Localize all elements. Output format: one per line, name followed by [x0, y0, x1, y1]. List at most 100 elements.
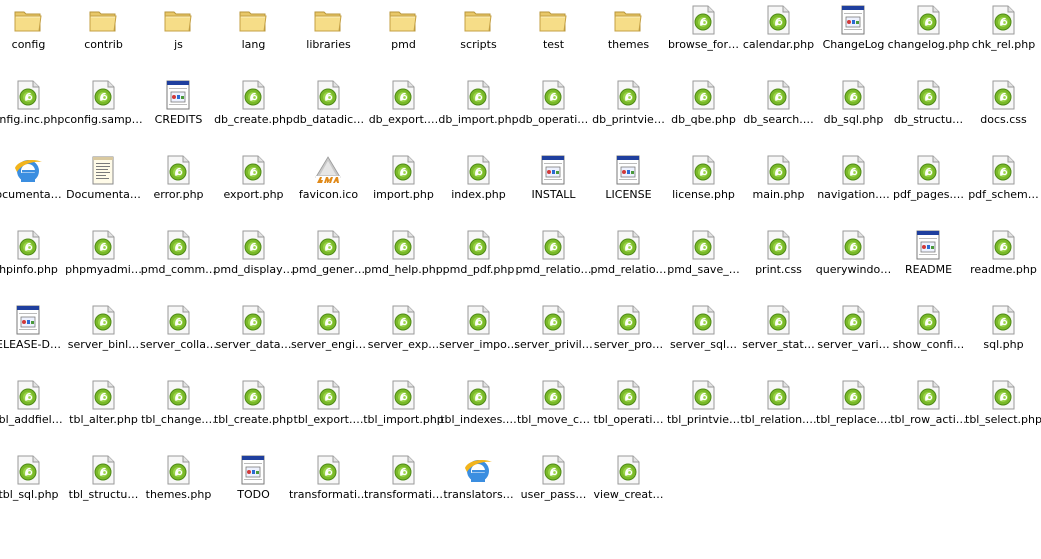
file-item[interactable]: phpmyadmi…: [65, 227, 142, 299]
file-item[interactable]: pmd_comm…: [141, 227, 216, 299]
file-item[interactable]: tbl_printvie…: [666, 377, 741, 449]
file-item[interactable]: pmd_help.php: [364, 227, 443, 299]
file-item[interactable]: docs.css: [966, 77, 1041, 149]
file-item[interactable]: user_pass…: [516, 452, 591, 524]
php-file-icon: [237, 79, 269, 111]
folder-item[interactable]: pmd: [366, 2, 441, 74]
file-item[interactable]: pmd_pdf.php: [441, 227, 516, 299]
file-item[interactable]: server_privil…: [514, 302, 593, 374]
file-item[interactable]: db_printvie…: [591, 77, 666, 149]
file-item[interactable]: pmd_save_…: [666, 227, 741, 299]
file-item[interactable]: license.php: [666, 152, 741, 224]
file-item[interactable]: server_vari…: [816, 302, 891, 374]
file-item[interactable]: transformati…: [364, 452, 443, 524]
file-item[interactable]: pdf_schem…: [966, 152, 1041, 224]
folder-item[interactable]: test: [516, 2, 591, 74]
file-item[interactable]: pmd_display…: [213, 227, 294, 299]
file-item[interactable]: main.php: [741, 152, 816, 224]
file-item[interactable]: browse_for…: [666, 2, 741, 74]
file-item[interactable]: server_data…: [215, 302, 292, 374]
file-item[interactable]: themes.php: [141, 452, 216, 524]
file-item[interactable]: Documenta…: [66, 152, 141, 224]
file-item[interactable]: tbl_select.php: [965, 377, 1041, 449]
file-item[interactable]: error.php: [141, 152, 216, 224]
php-file-icon: [162, 304, 194, 336]
file-item[interactable]: ChangeLog: [816, 2, 891, 74]
file-item[interactable]: pmd_relatio…: [515, 227, 592, 299]
file-item[interactable]: server_stat…: [741, 302, 816, 374]
file-item[interactable]: tbl_replace.…: [816, 377, 891, 449]
file-item[interactable]: view_creat…: [591, 452, 666, 524]
php-file-icon: [87, 379, 119, 411]
file-item[interactable]: LICENSE: [591, 152, 666, 224]
file-item[interactable]: readme.php: [966, 227, 1041, 299]
file-item[interactable]: tbl_indexes.…: [440, 377, 517, 449]
file-item[interactable]: calendar.php: [741, 2, 816, 74]
file-item[interactable]: db_create.php: [214, 77, 293, 149]
file-item[interactable]: server_exp…: [366, 302, 441, 374]
php-file-icon: [762, 154, 794, 186]
file-item[interactable]: tbl_create.php: [214, 377, 293, 449]
file-item[interactable]: db_structu…: [891, 77, 966, 149]
file-item[interactable]: pmd_gener…: [291, 227, 366, 299]
file-item[interactable]: server_impo…: [439, 302, 518, 374]
file-item[interactable]: TODO: [216, 452, 291, 524]
file-item[interactable]: db_export.…: [366, 77, 441, 149]
file-item[interactable]: changelog.php: [888, 2, 969, 74]
file-item[interactable]: favicon.ico: [291, 152, 366, 224]
php-file-icon: [12, 79, 44, 111]
folder-item[interactable]: libraries: [291, 2, 366, 74]
notepad-file-icon: [87, 154, 119, 186]
php-file-icon: [762, 229, 794, 261]
file-item[interactable]: config.samp…: [64, 77, 143, 149]
php-file-icon: [987, 154, 1019, 186]
file-item[interactable]: tbl_relation.…: [740, 377, 817, 449]
folder-item[interactable]: lang: [216, 2, 291, 74]
file-item[interactable]: show_confi…: [891, 302, 966, 374]
file-item[interactable]: db_sql.php: [816, 77, 891, 149]
php-file-icon: [762, 79, 794, 111]
file-item[interactable]: tbl_change.…: [141, 377, 216, 449]
file-item[interactable]: server_pro…: [591, 302, 666, 374]
file-item[interactable]: tbl_structu…: [66, 452, 141, 524]
file-item[interactable]: import.php: [366, 152, 441, 224]
php-file-icon: [837, 229, 869, 261]
file-item[interactable]: tbl_operati…: [591, 377, 666, 449]
file-item[interactable]: transformati…: [289, 452, 368, 524]
file-item[interactable]: server_colla…: [140, 302, 217, 374]
file-item[interactable]: tbl_row_acti…: [890, 377, 967, 449]
file-item[interactable]: pdf_pages.…: [891, 152, 966, 224]
file-item[interactable]: README: [891, 227, 966, 299]
file-item[interactable]: tbl_alter.php: [66, 377, 141, 449]
file-item[interactable]: print.css: [741, 227, 816, 299]
file-item[interactable]: translators…: [441, 452, 516, 524]
folder-item[interactable]: scripts: [441, 2, 516, 74]
file-item[interactable]: sql.php: [966, 302, 1041, 374]
php-file-icon: [837, 79, 869, 111]
file-item[interactable]: tbl_move_c…: [516, 377, 591, 449]
file-item[interactable]: pmd_relatio…: [590, 227, 667, 299]
file-item[interactable]: export.php: [216, 152, 291, 224]
file-item[interactable]: chk_rel.php: [966, 2, 1041, 74]
file-item[interactable]: server_sql…: [666, 302, 741, 374]
text-file-icon: [612, 154, 644, 186]
folder-item[interactable]: themes: [591, 2, 666, 74]
file-item[interactable]: db_datadic…: [291, 77, 366, 149]
file-item[interactable]: db_operati…: [516, 77, 591, 149]
folder-item[interactable]: contrib: [66, 2, 141, 74]
file-item[interactable]: CREDITS: [141, 77, 216, 149]
file-item[interactable]: INSTALL: [516, 152, 591, 224]
file-item[interactable]: querywindo…: [816, 227, 891, 299]
file-item[interactable]: db_qbe.php: [666, 77, 741, 149]
file-item[interactable]: index.php: [441, 152, 516, 224]
file-item[interactable]: server_engi…: [291, 302, 366, 374]
folder-item[interactable]: js: [141, 2, 216, 74]
file-item[interactable]: db_search.…: [741, 77, 816, 149]
file-item[interactable]: navigation.…: [816, 152, 891, 224]
php-file-icon: [12, 229, 44, 261]
file-item[interactable]: server_binl…: [66, 302, 141, 374]
php-file-icon: [312, 379, 344, 411]
file-item[interactable]: tbl_export.…: [291, 377, 366, 449]
file-item[interactable]: tbl_import.php: [363, 377, 444, 449]
file-item[interactable]: db_import.php: [438, 77, 519, 149]
